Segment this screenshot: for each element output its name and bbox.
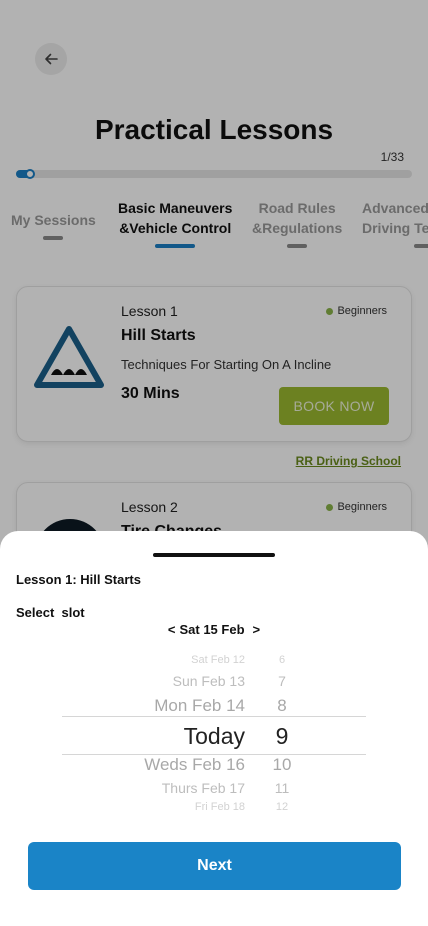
picker-day: Thurs Feb 17 <box>161 780 245 796</box>
date-navigator: < Sat 15 Feb > <box>0 622 428 637</box>
picker-day: Mon Feb 14 <box>154 696 245 715</box>
picker-day: Sun Feb 13 <box>172 673 245 689</box>
picker-number: 7 <box>278 673 286 689</box>
picker-day: Fri Feb 18 <box>194 801 245 813</box>
picker-number: 12 <box>275 801 289 813</box>
picker-number: 8 <box>277 696 287 715</box>
picker-row[interactable]: Sun Feb 13 7 <box>0 673 428 693</box>
slot-bottom-sheet: Lesson 1: Hill Starts Select slot < Sat … <box>0 531 428 926</box>
next-button[interactable]: Next <box>28 842 401 890</box>
picker-row[interactable]: Fri Feb 18 12 <box>0 801 428 821</box>
select-slot-label: Select slot <box>16 605 85 620</box>
current-date: Sat 15 Feb <box>179 622 245 637</box>
picker-number: 11 <box>274 780 290 796</box>
picker-day: Today <box>183 723 245 749</box>
picker-day: Weds Feb 16 <box>144 755 245 774</box>
prev-date-button[interactable]: < <box>168 622 176 637</box>
picker-row[interactable]: Mon Feb 14 8 <box>0 696 428 716</box>
picker-row[interactable]: Sat Feb 12 6 <box>0 654 428 674</box>
picker-row[interactable]: Thurs Feb 17 11 <box>0 780 428 800</box>
picker-day: Sat Feb 12 <box>191 654 245 666</box>
picker-row[interactable]: Weds Feb 16 10 <box>0 755 428 775</box>
picker-number: 10 <box>272 755 292 774</box>
sheet-drag-handle[interactable] <box>153 553 275 557</box>
next-date-button[interactable]: > <box>253 622 261 637</box>
slot-picker[interactable]: Sat Feb 12 6 Sun Feb 13 7 Mon Feb 14 8 T… <box>0 649 428 819</box>
picker-row-selected[interactable]: Today 9 <box>0 723 428 749</box>
picker-selection-top <box>62 716 366 717</box>
picker-number: 9 <box>275 723 289 749</box>
sheet-title: Lesson 1: Hill Starts <box>16 572 141 587</box>
picker-number: 6 <box>278 654 286 666</box>
